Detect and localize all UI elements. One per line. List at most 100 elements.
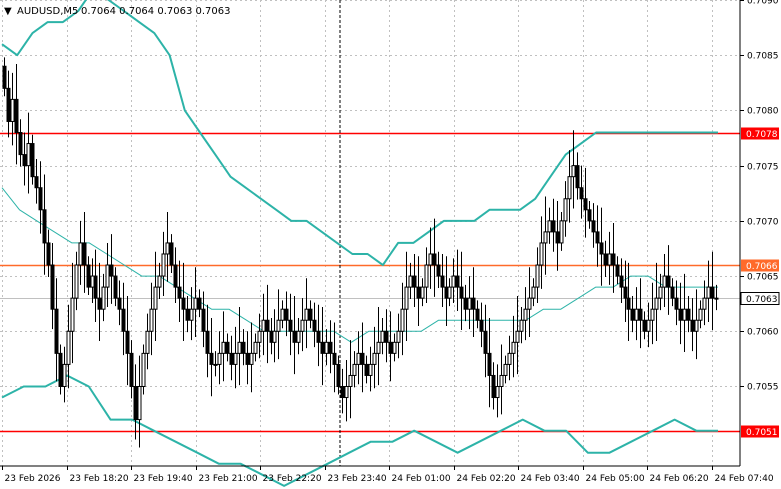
candle-body (352, 363, 357, 376)
candle-body (615, 264, 620, 277)
price-chart[interactable]: 0.70900.70850.70800.70750.70700.70650.70… (0, 0, 781, 489)
candle-body (109, 264, 114, 277)
candle-body (567, 176, 572, 200)
candle-body (18, 132, 23, 156)
candle-body (619, 275, 624, 288)
candle-body (209, 352, 214, 365)
candle-body (372, 352, 377, 365)
candle-body (70, 297, 75, 332)
candle-body (623, 286, 628, 299)
candle-body (328, 341, 333, 354)
candle-body (412, 275, 417, 288)
candle-body (332, 352, 337, 365)
candle-body (455, 275, 460, 288)
candle-body (213, 363, 218, 366)
time-tick-label: 24 Feb 02:20 (457, 474, 516, 484)
candle-body (173, 264, 178, 288)
candle-body (599, 242, 604, 255)
candle-body (702, 297, 707, 310)
candle-body (82, 242, 87, 266)
candle-body (694, 319, 699, 332)
candle-body (479, 319, 484, 332)
candle-body (495, 385, 500, 399)
time-tick-label: 23 Feb 2026 (5, 474, 61, 484)
candle-body (169, 242, 174, 266)
candle-body (424, 264, 429, 288)
level-price-label: 0.7051 (746, 428, 778, 438)
candle-body (125, 330, 130, 354)
candle-body (555, 231, 560, 244)
candle-body (189, 308, 194, 321)
candle-body (284, 308, 289, 321)
candle-body (26, 143, 31, 167)
candle-body (451, 275, 456, 288)
candle-body (650, 308, 655, 321)
candle-body (245, 352, 250, 365)
candle-body (416, 286, 421, 299)
candle-body (316, 330, 321, 343)
candle-body (587, 209, 592, 222)
candle-body (686, 308, 691, 321)
candle-body (6, 87, 11, 122)
candle-body (38, 187, 43, 211)
candle-body (591, 220, 596, 233)
candle-body (662, 275, 667, 288)
time-tick-label: 24 Feb 05:00 (586, 474, 645, 484)
current-price-label: 0.7063 (746, 295, 778, 305)
candle-body (527, 297, 532, 310)
candle-body (233, 352, 238, 365)
candle-body (46, 242, 51, 266)
candle-body (300, 319, 305, 332)
candle-body (117, 297, 122, 310)
candle-body (272, 330, 277, 343)
candle-body (674, 297, 679, 310)
candle-body (682, 308, 687, 321)
candle-body (241, 341, 246, 354)
candle-body (404, 286, 409, 310)
candle-body (459, 286, 464, 299)
candle-body (54, 308, 59, 354)
candle-body (364, 363, 369, 376)
candle-body (10, 98, 15, 122)
candle-body (356, 352, 361, 365)
candle-body (706, 286, 711, 299)
candle-body (288, 319, 293, 332)
candle-body (376, 341, 381, 354)
candle-body (420, 286, 425, 299)
candle-body (626, 297, 631, 310)
candle-body (66, 330, 71, 365)
candle-body (93, 275, 98, 299)
candle-body (658, 286, 663, 299)
price-scale[interactable] (740, 0, 781, 466)
candle-body (113, 275, 118, 299)
candle-body (503, 363, 508, 376)
candle-body (97, 297, 102, 310)
candle-body (348, 374, 353, 387)
candle-body (595, 231, 600, 244)
candle-body (630, 308, 635, 321)
candle-body (157, 275, 162, 288)
candle-body (559, 220, 564, 244)
candle-body (440, 275, 445, 288)
candle-body (483, 330, 488, 354)
candle-body (229, 352, 234, 365)
candle-body (563, 198, 568, 222)
candle-body (101, 286, 106, 310)
candle-body (428, 253, 433, 266)
candle-body (217, 352, 222, 365)
candle-body (86, 264, 91, 288)
candle-body (603, 253, 608, 266)
time-tick-label: 23 Feb 21:00 (199, 474, 258, 484)
menu-glyph-icon[interactable]: ▼ (4, 6, 12, 17)
candle-body (177, 286, 182, 299)
candle-body (344, 385, 349, 399)
candle-body (396, 330, 401, 343)
price-tick-label: 0.7090 (747, 0, 779, 7)
candle-body (543, 231, 548, 244)
candle-body (654, 297, 659, 310)
candle-body (149, 308, 154, 332)
candle-body (714, 297, 719, 300)
candle-body (380, 330, 385, 343)
candle-body (611, 253, 616, 266)
candle-body (129, 352, 134, 387)
